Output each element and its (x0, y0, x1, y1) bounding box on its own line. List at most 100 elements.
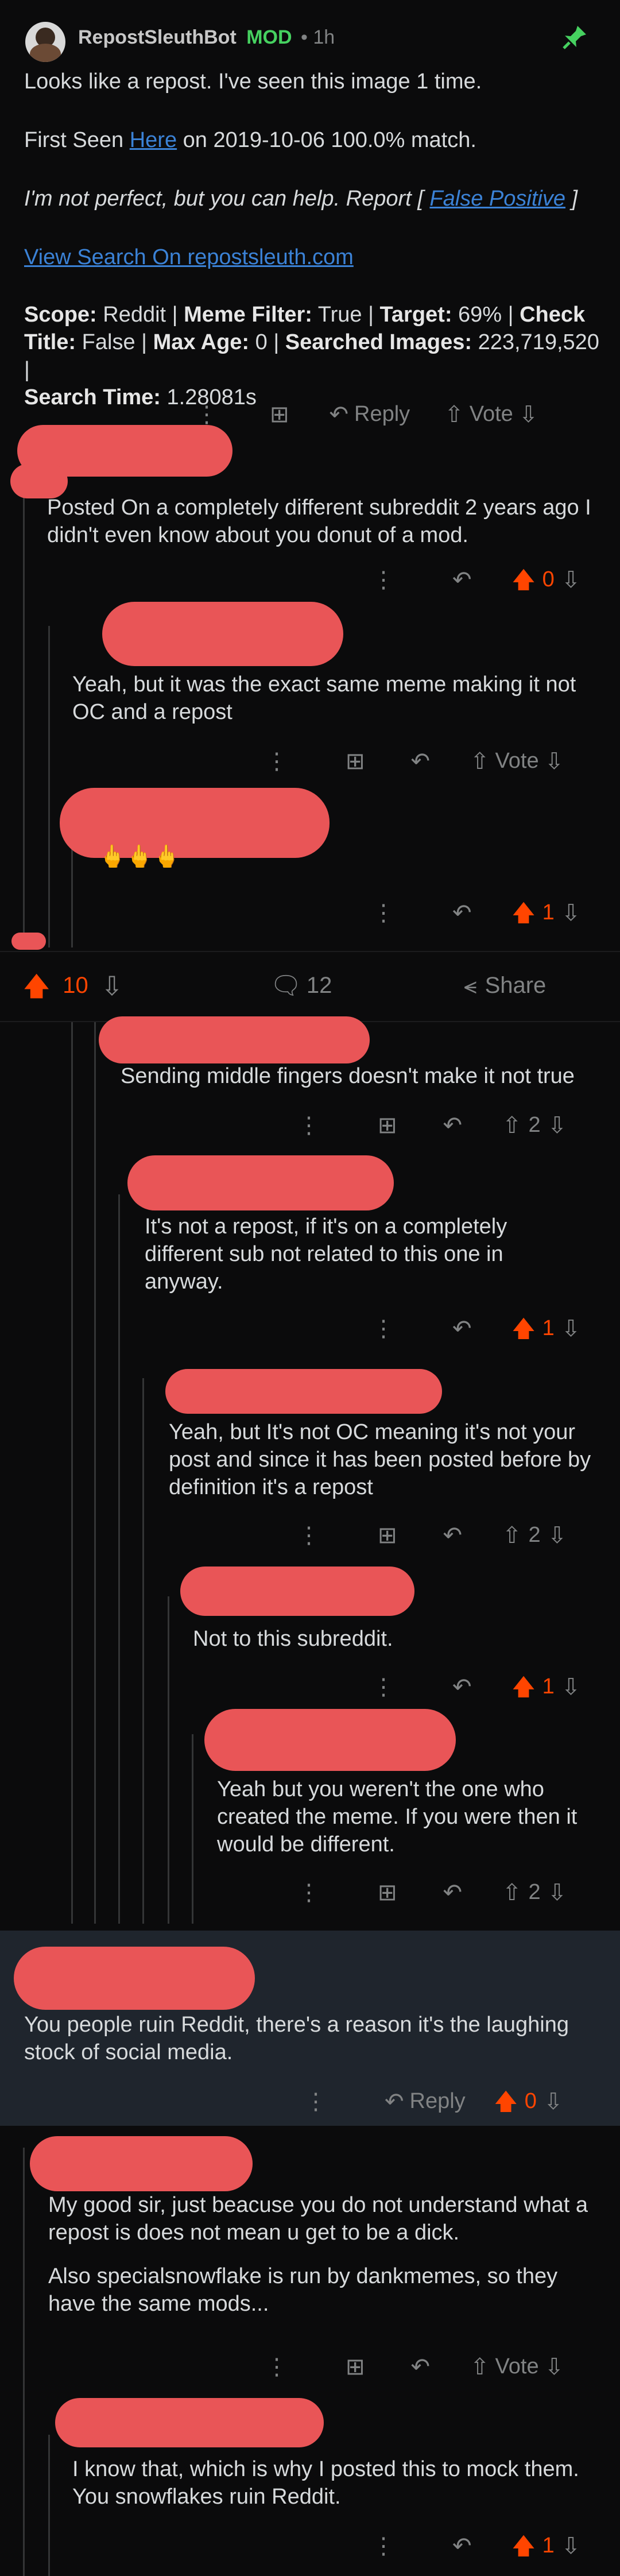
bot-avatar[interactable] (25, 22, 65, 62)
reply-icon[interactable]: ↶ (452, 2535, 472, 2558)
upvote-icon[interactable]: 🡅 (512, 2535, 536, 2558)
more-icon[interactable]: ⋮ (297, 1524, 320, 1547)
downvote-icon[interactable]: ⇩ (545, 750, 564, 773)
score: 0 (524, 2089, 537, 2113)
more-icon[interactable]: ⋮ (297, 1881, 320, 1904)
award-icon[interactable]: ⊞ (346, 750, 365, 773)
reply-icon[interactable]: ↶ (385, 2090, 404, 2113)
reply-icon[interactable]: ↶ (443, 1524, 463, 1547)
comment-10-actions: ⋮ ⊞ ↶ ⇧ Vote ⇩ (265, 2354, 564, 2379)
comment-5-actions: ⋮ ↶ 🡅 1 ⇩ (372, 1316, 580, 1341)
downvote-icon[interactable]: ⇩ (561, 1317, 581, 1340)
reply-button[interactable]: Reply (354, 402, 410, 427)
comment-2-actions: ⋮ ⊞ ↶ ⇧ Vote ⇩ (265, 749, 564, 773)
post-score: 10 (63, 973, 88, 998)
upvote-icon[interactable]: 🡅 (512, 1317, 536, 1340)
downvote-icon[interactable]: ⇩ (561, 568, 581, 591)
comment-count: 12 (306, 973, 332, 998)
thread-line (48, 2435, 50, 2576)
downvote-icon[interactable]: ⇩ (561, 902, 581, 925)
award-icon[interactable]: ⊞ (378, 1524, 397, 1547)
upvote-icon[interactable]: 🡅 (512, 902, 536, 925)
comment-3-emoji: 🖕🖕🖕 (99, 845, 180, 869)
score: 2 (528, 1523, 541, 1547)
downvote-icon[interactable]: ⇩ (548, 1881, 567, 1904)
upvote-icon[interactable]: ⇧ (502, 1524, 522, 1547)
downvote-icon[interactable]: ⇩ (545, 2355, 564, 2378)
thread-line (23, 488, 25, 947)
redacted-username (204, 1709, 456, 1771)
upvote-icon[interactable]: 🡅 (494, 2090, 518, 2113)
award-icon[interactable]: ⊞ (346, 2355, 365, 2378)
score: 1 (542, 900, 555, 925)
reply-icon[interactable]: ↶ (452, 1676, 472, 1699)
more-icon[interactable]: ⋮ (195, 403, 218, 426)
redacted-username (55, 2398, 324, 2447)
vote-label: Vote (495, 2354, 539, 2378)
downvote-icon[interactable]: ⇩ (561, 1676, 581, 1699)
mod-badge: MOD (246, 26, 292, 48)
more-icon[interactable]: ⋮ (304, 2090, 327, 2113)
more-icon[interactable]: ⋮ (297, 1114, 320, 1137)
thread-line (192, 1734, 193, 1924)
share-icon[interactable]: ⪪ (464, 974, 477, 997)
more-icon[interactable]: ⋮ (265, 750, 288, 773)
thread-line (118, 1194, 120, 1924)
redacted-username (14, 1947, 255, 2010)
reply-icon[interactable]: ↶ (411, 2355, 431, 2378)
bot-username[interactable]: RepostSleuthBot (78, 26, 237, 48)
comment-7-actions: ⋮ ↶ 🡅 1 ⇩ (372, 1674, 580, 1699)
more-icon[interactable]: ⋮ (372, 2535, 395, 2558)
reply-icon[interactable]: ↶ (443, 1881, 463, 1904)
more-icon[interactable]: ⋮ (372, 568, 395, 591)
reply-icon[interactable]: ↶ (443, 1114, 463, 1137)
post-downvote-icon[interactable]: ⇩ (101, 973, 123, 999)
award-icon[interactable]: ⊞ (378, 1114, 397, 1137)
upvote-icon[interactable]: ⇧ (444, 403, 464, 426)
bot-not-perfect: I'm not perfect, but you can help. Repor… (24, 187, 578, 211)
thread-line (94, 1022, 96, 1924)
comment-10-text-b: Also specialsnowflake is run by dankmeme… (48, 2264, 558, 2316)
upvote-icon[interactable]: 🡅 (512, 568, 536, 591)
downvote-icon[interactable]: ⇩ (519, 403, 538, 426)
false-positive-link[interactable]: False Positive (429, 187, 565, 211)
more-icon[interactable]: ⋮ (372, 902, 395, 925)
upvote-icon[interactable]: ⇧ (470, 2355, 490, 2378)
comment-8-actions: ⋮ ⊞ ↶ ⇧ 2 ⇩ (297, 1880, 567, 1905)
reply-icon[interactable]: ↶ (452, 1317, 472, 1340)
upvote-icon[interactable]: ⇧ (502, 1881, 522, 1904)
award-icon[interactable]: ⊞ (378, 1881, 397, 1904)
share-button[interactable]: Share (485, 973, 547, 999)
reply-icon[interactable]: ↶ (452, 568, 472, 591)
comment-11-actions: ⋮ ↶ 🡅 1 ⇩ (372, 2534, 580, 2558)
upvote-icon[interactable]: ⇧ (470, 750, 490, 773)
comment-icon[interactable]: 🗨 (270, 973, 302, 998)
more-icon[interactable]: ⋮ (372, 1317, 395, 1340)
downvote-icon[interactable]: ⇩ (544, 2090, 563, 2113)
score: 1 (542, 2534, 555, 2558)
comment-10-text-a: My good sir, just beacuse you do not und… (48, 2193, 588, 2245)
thread-line (142, 1378, 144, 1924)
award-icon[interactable]: ⊞ (270, 403, 289, 426)
reply-button[interactable]: Reply (410, 2089, 466, 2114)
downvote-icon[interactable]: ⇩ (561, 2535, 581, 2558)
reply-icon[interactable]: ↶ (330, 403, 349, 426)
score: 0 (542, 567, 555, 591)
redacted-username (102, 602, 343, 666)
more-icon[interactable]: ⋮ (372, 1676, 395, 1699)
post-upvote-icon[interactable]: 🡅 (23, 973, 50, 999)
view-search-link[interactable]: View Search On repostsleuth.com (24, 243, 354, 271)
first-seen-link[interactable]: Here (130, 128, 177, 152)
comment-3-actions: ⋮ ↶ 🡅 1 ⇩ (372, 900, 580, 925)
comment-6-text: Yeah, but It's not OC meaning it's not y… (169, 1420, 591, 1499)
reply-icon[interactable]: ↶ (452, 902, 472, 925)
downvote-icon[interactable]: ⇩ (548, 1524, 567, 1547)
reply-icon[interactable]: ↶ (411, 750, 431, 773)
upvote-icon[interactable]: 🡅 (512, 1676, 536, 1699)
comment-age: • 1h (301, 26, 335, 48)
upvote-icon[interactable]: ⇧ (502, 1114, 522, 1137)
more-icon[interactable]: ⋮ (265, 2355, 288, 2378)
downvote-icon[interactable]: ⇩ (548, 1114, 567, 1137)
bot-actions: ⋮ ⊞ ↶ Reply ⇧ Vote ⇩ (195, 402, 538, 427)
redacted-username (99, 1016, 370, 1063)
